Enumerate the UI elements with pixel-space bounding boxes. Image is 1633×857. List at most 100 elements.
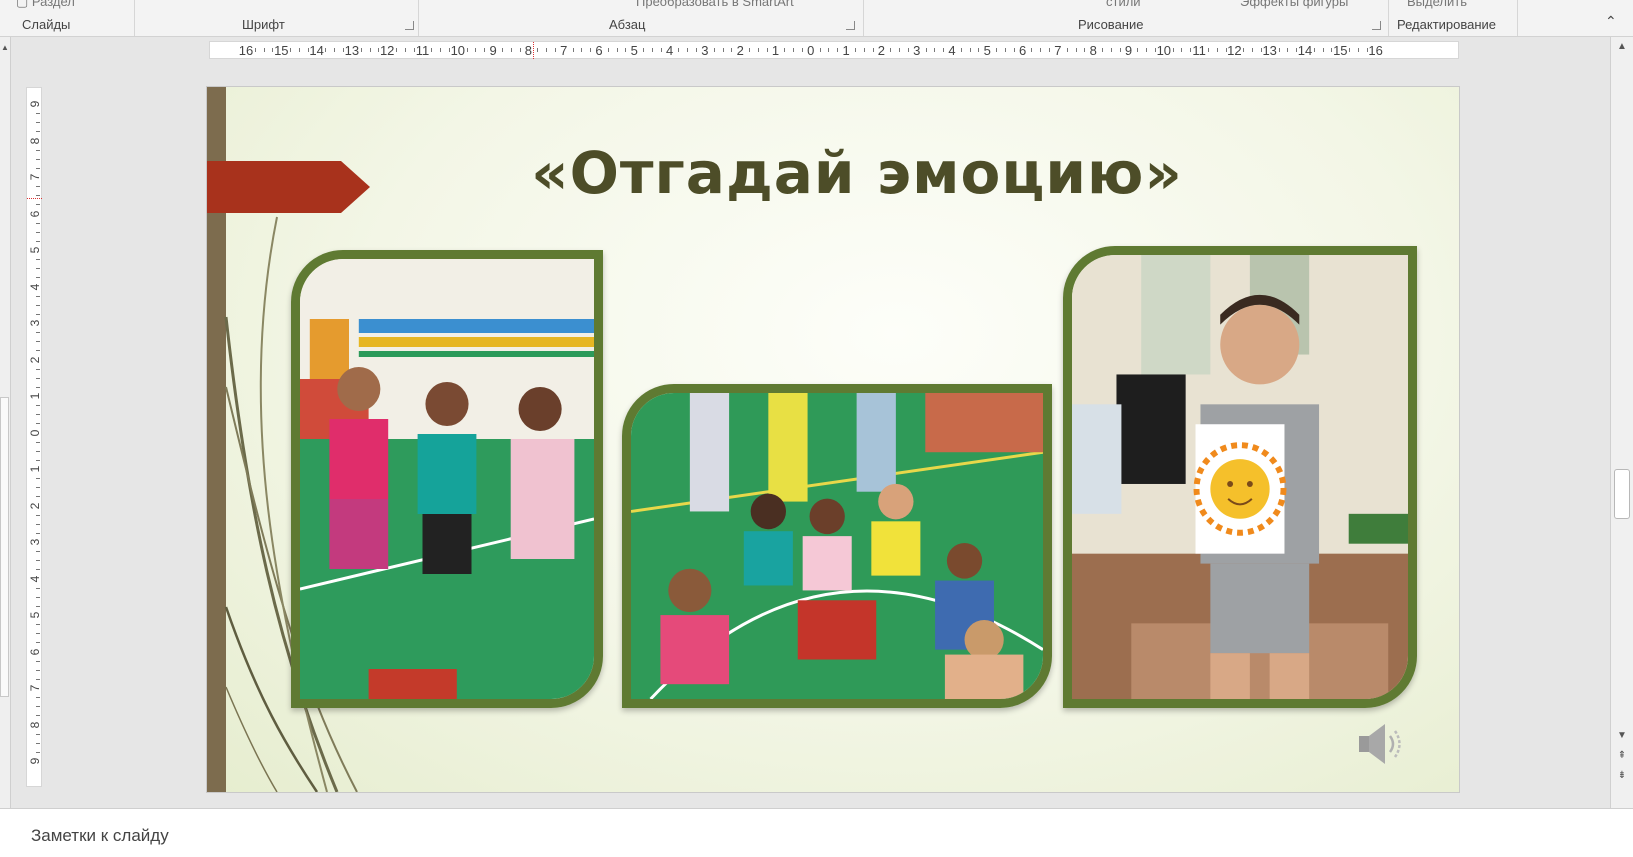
ruler-label: 8: [28, 137, 42, 144]
ruler-tick: [793, 48, 795, 52]
ruler-label: 14: [1297, 43, 1313, 58]
ruler-tick: [854, 48, 856, 52]
ruler-tick: [36, 414, 40, 416]
ruler-tick: [1040, 48, 1042, 52]
scroll-up-arrow-icon[interactable]: ▲: [1615, 40, 1629, 54]
ruler-tick: [36, 259, 40, 261]
ruler-label: 7: [28, 684, 42, 692]
scrollbar-thumb[interactable]: [1614, 469, 1630, 519]
ruler-tick: [36, 450, 40, 452]
ruler-label: 4: [948, 43, 956, 58]
ruler-tick: [413, 48, 415, 52]
next-slide-icon[interactable]: ⇟: [1615, 769, 1629, 783]
ruler-tick: [510, 48, 512, 52]
ruler-tick: [934, 48, 936, 52]
vertical-ruler[interactable]: 9 8 7 6 5 4 3 2 1 0 1 2 3 4 5 6 7 8 9: [26, 87, 42, 787]
ruler-label: 11: [1192, 43, 1206, 58]
ruler-tick: [36, 478, 40, 480]
thumbnail-scrollbar-thumb[interactable]: [0, 397, 9, 697]
thumbnail-pane-edge[interactable]: ▲: [0, 37, 11, 808]
ruler-tick: [36, 751, 40, 753]
ruler-label: 9: [28, 100, 42, 108]
paragraph-dialog-launcher-icon[interactable]: [846, 21, 855, 30]
notes-pane[interactable]: Заметки к слайду: [0, 808, 1633, 857]
notes-placeholder[interactable]: Заметки к слайду: [31, 826, 169, 846]
slide-canvas[interactable]: «Отгадай эмоцию»: [207, 87, 1459, 792]
ruler-tick: [749, 48, 751, 52]
ruler-label: 5: [630, 43, 638, 58]
ruler-tick: [36, 149, 40, 151]
ruler-tick: [978, 48, 980, 52]
ruler-tick: [36, 706, 40, 708]
ruler-label: 0: [28, 429, 42, 436]
ruler-tick: [554, 48, 556, 52]
ruler-tick: [1207, 48, 1209, 52]
ruler-tick: [660, 48, 662, 52]
ruler-tick: [784, 48, 786, 52]
slide-title[interactable]: «Отгадай эмоцию»: [507, 139, 1207, 207]
ruler-tick: [36, 459, 40, 461]
collapse-ribbon-icon[interactable]: ⌃: [1605, 14, 1619, 28]
ruler-label: 9: [1124, 43, 1133, 58]
ruler-tick: [36, 386, 40, 388]
ruler-tick: [36, 551, 40, 553]
ruler-tick: [837, 48, 839, 52]
ruler-label: 8: [524, 43, 533, 58]
ruler-label: 1: [771, 43, 780, 58]
ruler-tick: [369, 48, 371, 52]
select-button[interactable]: Выделить: [1407, 0, 1467, 9]
ruler-tick: [1322, 48, 1324, 52]
quick-styles-button[interactable]: стили: [1106, 0, 1141, 9]
photo-boy-with-sun[interactable]: [1063, 246, 1417, 708]
ruler-tick: [36, 669, 40, 671]
horizontal-ruler[interactable]: 16 15 14 13 12 11 10 9 8 7 6 5 4 3 2 1 0 1 2 3 4 5 6 7 8 9 10 11 12 1…: [209, 41, 1459, 59]
ruler-tick: [1102, 48, 1104, 52]
ribbon-section-button[interactable]: ▢ Раздел: [16, 0, 75, 10]
ruler-tick: [590, 48, 592, 52]
shape-effects-button[interactable]: Эффекты фигуры: [1240, 0, 1348, 9]
ruler-tick: [872, 48, 874, 52]
ruler-tick: [572, 48, 574, 52]
scroll-up-arrow-icon[interactable]: ▲: [1, 43, 9, 52]
scroll-down-arrow-icon[interactable]: ▼: [1615, 729, 1629, 743]
ruler-tick: [36, 131, 40, 133]
ruler-tick: [1137, 48, 1139, 52]
ruler-label: 1: [842, 43, 850, 58]
vertical-scrollbar[interactable]: ▲ ▼ ⇞ ⇟: [1610, 37, 1633, 808]
ruler-tick: [36, 277, 40, 279]
font-dialog-launcher-icon[interactable]: [405, 21, 414, 30]
ruler-tick: [334, 48, 336, 52]
ruler-label: 16: [1368, 43, 1383, 58]
ruler-tick: [819, 48, 821, 52]
ruler-tick: [36, 368, 40, 370]
convert-smartart-button[interactable]: Преобразовать в SmartArt: [636, 0, 794, 9]
previous-slide-icon[interactable]: ⇞: [1615, 749, 1629, 763]
ruler-tick: [36, 733, 40, 735]
title-arrow-tag: [207, 161, 370, 213]
ruler-tick: [678, 48, 680, 52]
photo-children-circle[interactable]: [622, 384, 1052, 708]
drawing-dialog-launcher-icon[interactable]: [1372, 21, 1381, 30]
ruler-tick: [1004, 48, 1006, 52]
ruler-tick: [1349, 48, 1351, 52]
ruler-tick: [899, 48, 901, 52]
ruler-label: 2: [28, 502, 42, 509]
photo-girls-with-cards[interactable]: [291, 250, 603, 708]
group-label-drawing: Рисование: [1078, 17, 1144, 32]
ruler-tick: [466, 48, 468, 52]
ruler-tick: [36, 523, 40, 525]
ruler-tick: [1049, 48, 1051, 52]
ruler-tick: [1119, 48, 1121, 52]
speaker-icon[interactable]: [1355, 721, 1409, 767]
ruler-tick: [36, 405, 40, 407]
ruler-tick: [36, 514, 40, 516]
ruler-label: 11: [415, 43, 430, 58]
ruler-tick: [731, 48, 733, 52]
group-label-font: Шрифт: [242, 17, 285, 32]
ruler-tick: [36, 304, 40, 306]
photo-image: [300, 259, 594, 699]
ruler-label: 12: [1227, 43, 1242, 58]
ruler-label: 6: [1018, 43, 1027, 58]
ruler-label: 8: [1089, 43, 1097, 58]
ruler-tick: [696, 48, 698, 52]
